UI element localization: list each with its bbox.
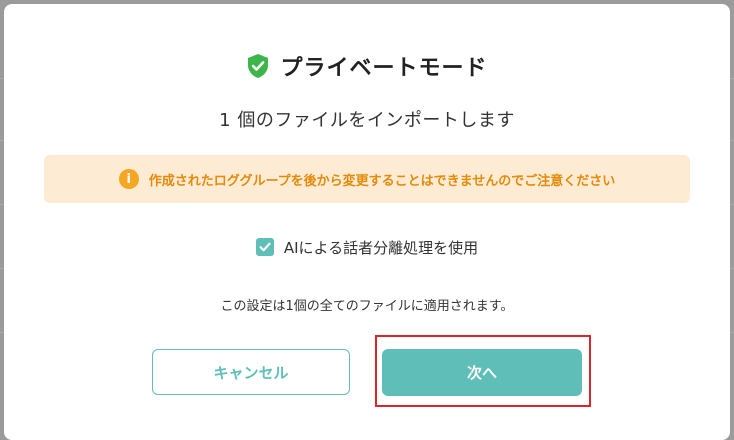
warning-banner: i 作成されたロググループを後から変更することはできませんのでご注意ください bbox=[44, 155, 690, 203]
speaker-separation-checkbox[interactable] bbox=[255, 238, 274, 256]
import-count-text: 1 個のファイルをインポートします bbox=[219, 110, 515, 131]
background-divider bbox=[730, 140, 734, 141]
warning-text: 作成されたロググループを後から変更することはできませんのでご注意ください bbox=[148, 173, 616, 189]
background-divider bbox=[730, 332, 734, 333]
apply-all-note: この設定は1個の全てのファイルに適用されます。 bbox=[220, 299, 514, 314]
speaker-separation-option[interactable]: AIによる話者分離処理を使用 bbox=[4, 236, 730, 258]
check-icon bbox=[259, 242, 271, 252]
background-divider bbox=[730, 78, 734, 79]
shield-check-icon bbox=[248, 54, 269, 78]
dialog-title: プライベートモード bbox=[280, 56, 488, 81]
background-divider bbox=[730, 204, 734, 205]
dialog-header: プライベートモード bbox=[4, 48, 730, 84]
private-mode-dialog: プライベートモード 1 個のファイルをインポートします i 作成されたロググルー… bbox=[4, 4, 730, 440]
background-divider bbox=[730, 268, 734, 269]
cancel-button[interactable]: キャンセル bbox=[152, 349, 350, 395]
speaker-separation-label[interactable]: AIによる話者分離処理を使用 bbox=[284, 237, 478, 258]
info-icon: i bbox=[118, 169, 139, 189]
next-button[interactable]: 次へ bbox=[382, 349, 582, 396]
